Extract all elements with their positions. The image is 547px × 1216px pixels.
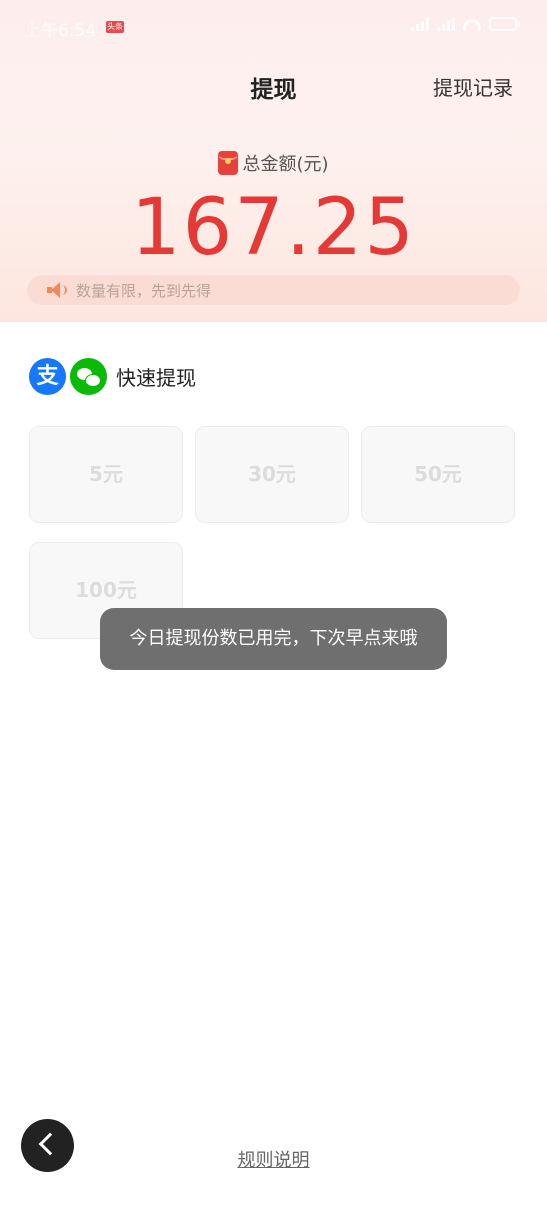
battery-icon	[489, 17, 520, 31]
withdraw-option-30[interactable]: 30元	[195, 426, 349, 523]
toast-message: 今日提现份数已用完，下次早点来哦	[100, 608, 447, 670]
total-label-row: 总金额(元)	[0, 150, 547, 176]
red-packet-icon	[218, 151, 239, 175]
notice-text: 数量有限，先到先得	[76, 281, 212, 300]
withdraw-record-link[interactable]: 提现记录	[433, 72, 513, 101]
wechat-icon	[70, 358, 107, 395]
alipay-icon: 支	[29, 358, 66, 395]
total-amount-value: 167.25	[131, 183, 416, 273]
speaker-icon	[47, 282, 67, 298]
status-bar: 上午6:54 头条	[0, 0, 547, 56]
withdraw-option-5[interactable]: 5元	[29, 426, 183, 523]
signal-icon	[411, 18, 429, 31]
total-amount-label: 总金额(元)	[242, 154, 329, 175]
news-app-badge: 头条	[106, 21, 124, 33]
status-time: 上午6:54	[24, 21, 97, 41]
chevron-left-icon	[38, 1132, 62, 1156]
wifi-icon	[463, 19, 481, 31]
status-icons	[411, 17, 520, 31]
signal-icon-2	[437, 18, 455, 31]
back-button[interactable]	[21, 1119, 74, 1172]
quick-withdraw-header: 支 快速提现	[29, 358, 196, 395]
rules-link[interactable]: 规则说明	[0, 1146, 547, 1172]
withdraw-option-50[interactable]: 50元	[361, 426, 515, 523]
quick-withdraw-title: 快速提现	[116, 366, 196, 390]
withdraw-page: 上午6:54 头条 提现 提现记录 总金额(元) 167.25 数量有限，先到先…	[0, 0, 547, 1216]
notice-bar: 数量有限，先到先得	[27, 275, 520, 305]
